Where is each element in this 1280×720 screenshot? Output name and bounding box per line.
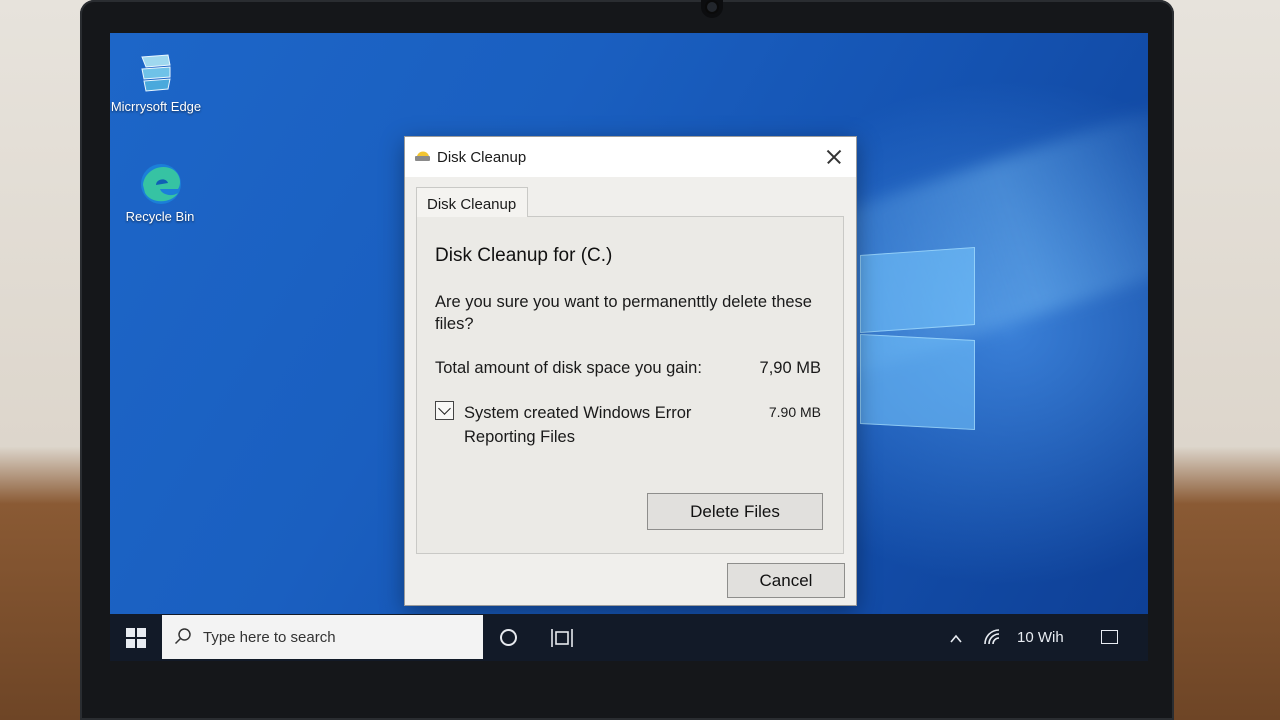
taskbar-search-box[interactable]: Type here to search <box>162 615 483 659</box>
taskbar: Type here to search 10 Wih <box>110 614 1148 661</box>
task-view-icon[interactable] <box>551 628 573 648</box>
cancel-button[interactable]: Cancel <box>727 563 845 598</box>
edge-logo-icon <box>138 161 182 205</box>
item-size: 7.90 MB <box>768 404 821 420</box>
desktop-icon-label: Recycle Bin <box>125 209 195 224</box>
desktop-icon-label: Micrrysoft Edge <box>110 99 202 114</box>
search-icon <box>174 627 192 645</box>
total-space-label: Total amount of disk space you gain: <box>435 359 702 377</box>
tab-panel: Disk Cleanup for (C.) Are you sure you w… <box>416 216 844 554</box>
edge-legacy-icon <box>134 51 178 95</box>
dialog-title: Disk Cleanup <box>437 149 527 166</box>
confirm-question: Are you sure you want to permanenttly de… <box>435 293 812 333</box>
dialog-titlebar[interactable]: Disk Cleanup <box>405 137 856 177</box>
disk-cleanup-icon <box>414 149 432 163</box>
webcam-icon <box>701 0 723 18</box>
total-space-value: 7,90 MB <box>759 359 821 377</box>
windows-start-icon[interactable] <box>126 628 146 648</box>
tab-disk-cleanup[interactable]: Disk Cleanup <box>416 187 528 217</box>
desktop-screen: Micrrysoft Edge Recycle Bin Disk Cleanup… <box>110 33 1148 661</box>
windows-logo-wallpaper <box>842 233 990 438</box>
item-checkbox[interactable] <box>435 401 454 420</box>
item-label: System created Windows Error Reporting F… <box>464 404 692 446</box>
search-placeholder: Type here to search <box>203 629 336 646</box>
panel-heading: Disk Cleanup for (C.) <box>435 245 613 266</box>
taskbar-clock[interactable]: 10 Wih <box>1017 629 1064 646</box>
delete-files-button[interactable]: Delete Files <box>647 493 823 530</box>
desktop-icon-recycle-bin[interactable]: Recycle Bin <box>114 161 206 225</box>
disk-cleanup-dialog: Disk Cleanup Disk Cleanup Disk Cleanup f… <box>404 136 857 606</box>
chevron-up-icon[interactable] <box>950 632 962 644</box>
desktop-icon-edge[interactable]: Micrrysoft Edge <box>110 51 202 115</box>
wifi-icon[interactable] <box>982 627 1002 647</box>
cortana-icon[interactable] <box>500 629 517 646</box>
notification-icon[interactable] <box>1101 630 1118 644</box>
close-icon[interactable] <box>822 145 846 169</box>
